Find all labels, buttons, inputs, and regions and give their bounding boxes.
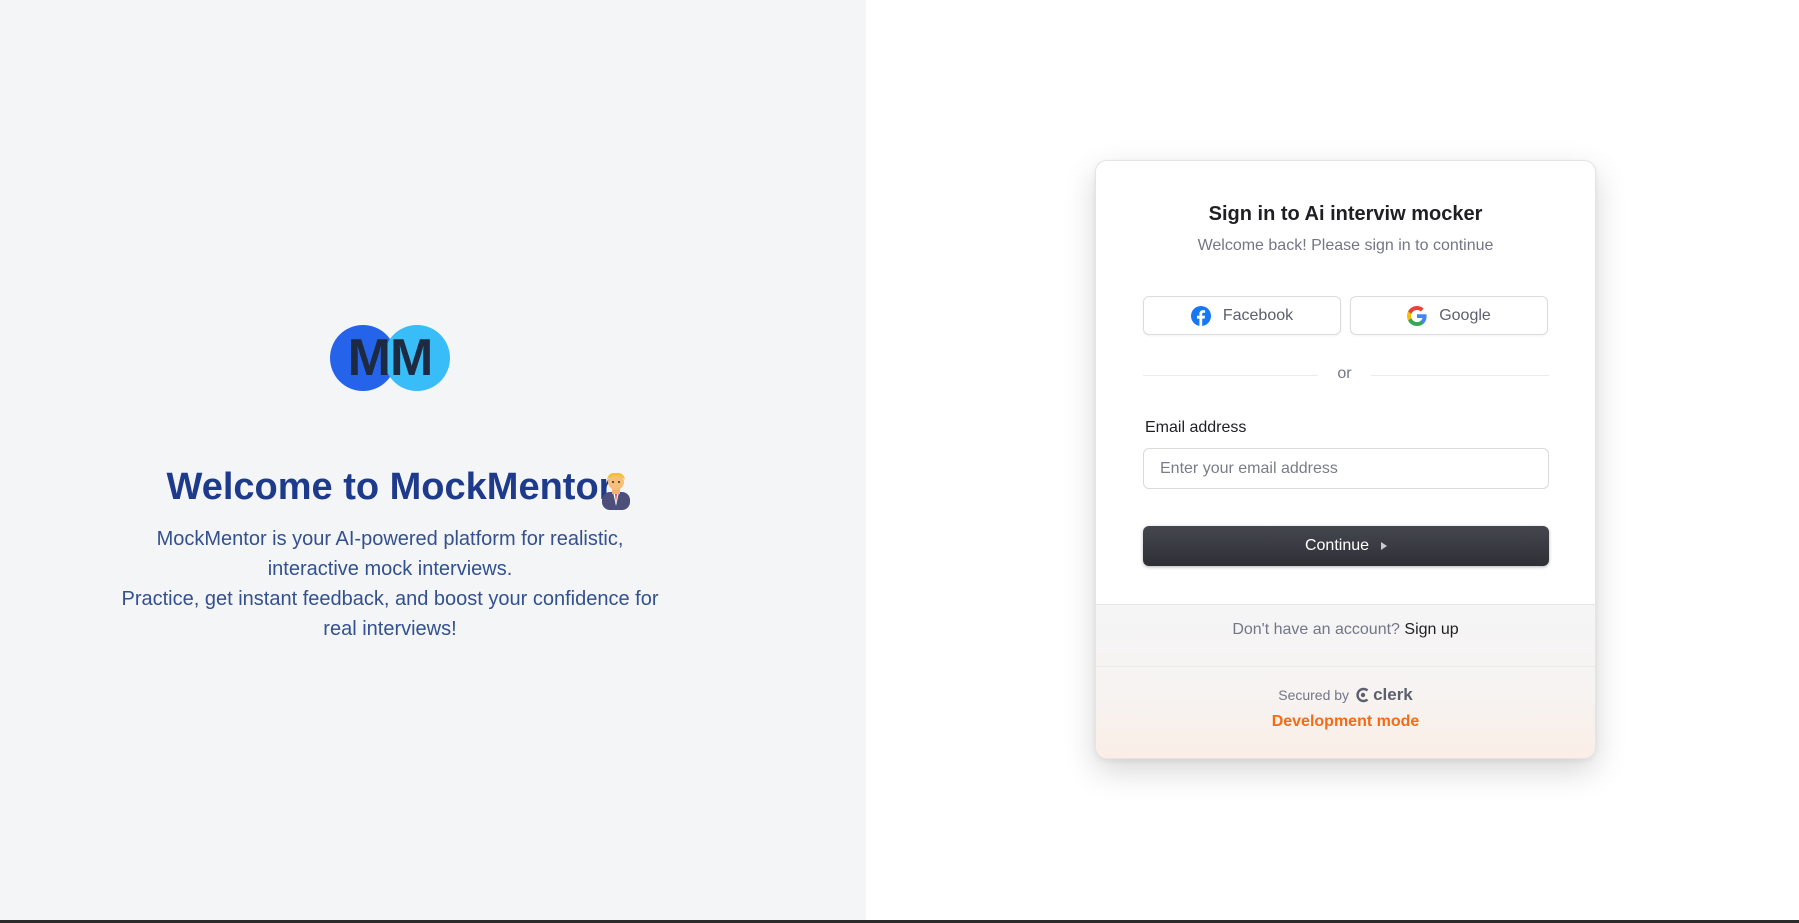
secured-by-row: Secured by clerk: [1096, 685, 1595, 705]
signin-subtitle: Welcome back! Please sign in to continue: [1197, 237, 1494, 254]
google-signin-button[interactable]: Google: [1350, 296, 1548, 335]
footer-divider: [1096, 666, 1595, 667]
welcome-title: Welcome to MockMentor: [166, 466, 614, 508]
continue-label: Continue: [1304, 537, 1370, 554]
logo-text: MM: [347, 329, 434, 387]
clerk-icon: [1356, 687, 1369, 703]
description-line-1: MockMentor is your AI-powered platform f…: [156, 528, 624, 580]
card-footer: Don't have an account? Sign up Secured b…: [1096, 604, 1595, 758]
welcome-panel: MM Welcome to MockMentor MockMentor is y…: [0, 0, 866, 920]
divider-or: or: [1337, 365, 1352, 382]
play-arrow-icon: [1381, 542, 1388, 550]
clerk-logo[interactable]: clerk: [1355, 685, 1413, 705]
facebook-label: Facebook: [1222, 306, 1294, 324]
welcome-description: MockMentor is your AI-powered platform f…: [110, 524, 670, 644]
email-input[interactable]: [1143, 448, 1549, 489]
divider-line: [1143, 375, 1318, 376]
description-line-2: Practice, get instant feedback, and boos…: [121, 588, 659, 640]
facebook-signin-button[interactable]: Facebook: [1143, 296, 1341, 335]
divider-line: [1371, 375, 1549, 376]
facebook-icon: [1190, 305, 1211, 326]
secured-by-text: Secured by: [1278, 687, 1350, 703]
development-mode-label: Development mode: [1271, 713, 1420, 730]
person-in-suit-icon: [596, 470, 636, 510]
no-account-text: Don't have an account?: [1232, 621, 1400, 638]
signin-card: Sign in to Ai interviw mocker Welcome ba…: [1095, 160, 1596, 759]
signin-title: Sign in to Ai interviw mocker: [1208, 203, 1483, 225]
signup-link[interactable]: Sign up: [1404, 621, 1458, 638]
mockmentor-logo: MM: [330, 325, 450, 391]
signup-row: Don't have an account? Sign up: [1096, 621, 1595, 639]
continue-button[interactable]: Continue: [1143, 526, 1549, 566]
clerk-label: clerk: [1373, 685, 1413, 704]
google-icon: [1407, 305, 1427, 326]
email-label: Email address: [1145, 419, 1247, 436]
google-label: Google: [1439, 306, 1491, 324]
